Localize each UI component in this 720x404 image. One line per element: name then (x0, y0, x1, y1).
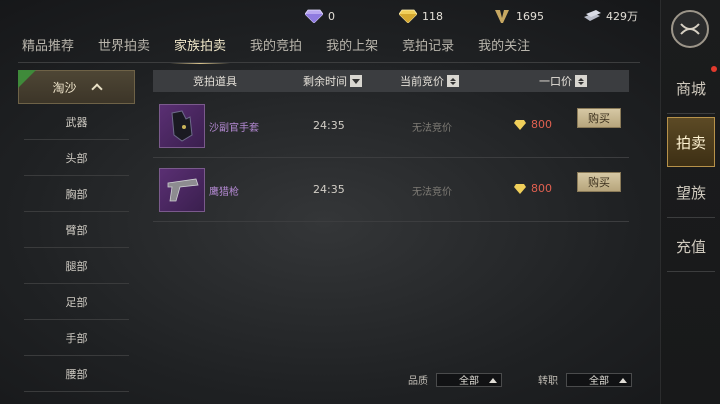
remaining-time: 24:35 (313, 119, 345, 132)
currency-gold-diamond-value: 118 (422, 9, 443, 23)
buy-button[interactable]: 购买 (577, 108, 621, 128)
currency-diamond: 0 (304, 8, 335, 24)
gold-diamond-icon (514, 183, 526, 194)
category-flag-icon (18, 70, 36, 88)
quality-filter: 品质 全部 (408, 372, 502, 387)
header-time-label: 剩余时间 (303, 75, 347, 88)
item-name: 鹰猎枪 (209, 187, 239, 198)
diamond-icon (304, 8, 324, 24)
v-badge-icon (492, 8, 512, 24)
game-logo-icon[interactable] (671, 10, 709, 48)
tab-bid-records[interactable]: 竞拍记录 (402, 36, 454, 60)
current-bid: 无法竞价 (412, 187, 452, 198)
buy-button[interactable]: 购买 (577, 172, 621, 192)
tab-family-auction[interactable]: 家族拍卖 (170, 36, 231, 64)
auction-tabs: 精品推荐 世界拍卖 家族拍卖 我的竞拍 我的上架 竞拍记录 我的关注 (22, 36, 554, 64)
sidebar-item-chest[interactable]: 胸部 (24, 176, 129, 212)
category-sidebar: 淘沙 武器 头部 胸部 臂部 腿部 足部 手部 腰部 (18, 70, 135, 392)
class-filter: 转职 全部 (538, 372, 632, 387)
table-header: 竞拍道具 剩余时间 当前竞价 一口价 (153, 70, 629, 92)
category-group-header[interactable]: 淘沙 (18, 70, 135, 104)
tab-divider (18, 62, 640, 63)
nav-recharge[interactable]: 充值 (667, 222, 715, 272)
table-row[interactable]: 沙副官手套 24:35 无法竞价 800 购买 (153, 94, 629, 158)
gold-diamond-icon (398, 8, 418, 24)
tab-world-auction[interactable]: 世界拍卖 (98, 36, 150, 60)
tab-featured[interactable]: 精品推荐 (22, 36, 74, 60)
sort-toggle-icon[interactable] (575, 75, 587, 87)
sidebar-item-weapon[interactable]: 武器 (24, 104, 129, 140)
header-time[interactable]: 剩余时间 (303, 73, 362, 89)
currency-diamond-value: 0 (328, 9, 335, 23)
header-bid-label: 当前竞价 (400, 75, 444, 88)
nav-clan[interactable]: 望族 (667, 168, 715, 218)
table-row[interactable]: 鹰猎枪 24:35 无法竞价 800 购买 (153, 158, 629, 222)
nav-auction[interactable]: 拍卖 (667, 117, 715, 167)
sort-toggle-icon[interactable] (447, 75, 459, 87)
chevron-up-icon (90, 83, 103, 95)
buyout-price-value: 800 (531, 182, 552, 195)
right-nav: 商城 拍卖 望族 充值 (660, 0, 720, 404)
sidebar-item-leg[interactable]: 腿部 (24, 248, 129, 284)
header-price[interactable]: 一口价 (539, 73, 587, 89)
silver-bars-icon (582, 8, 602, 24)
header-item-label: 竞拍道具 (193, 75, 237, 88)
currency-v: 1695 (492, 8, 544, 24)
gold-diamond-icon (514, 119, 526, 130)
sidebar-item-hand[interactable]: 手部 (24, 320, 129, 356)
currency-silver-value: 429万 (606, 10, 638, 23)
remaining-time: 24:35 (313, 183, 345, 196)
auction-table: 竞拍道具 剩余时间 当前竞价 一口价 沙副官手套 24:35 无法竞价 800 … (153, 70, 629, 222)
tab-my-listings[interactable]: 我的上架 (326, 36, 378, 60)
sidebar-item-foot[interactable]: 足部 (24, 284, 129, 320)
currency-silver: 429万 (582, 8, 638, 24)
category-group-label: 淘沙 (52, 80, 77, 95)
header-item: 竞拍道具 (193, 73, 237, 89)
header-bid[interactable]: 当前竞价 (400, 73, 459, 89)
quality-select[interactable]: 全部 (436, 372, 502, 387)
sort-down-icon[interactable] (350, 75, 362, 87)
buyout-price: 800 (514, 182, 552, 195)
currency-v-value: 1695 (516, 9, 544, 23)
class-label: 转职 (538, 376, 558, 387)
header-price-label: 一口价 (539, 75, 572, 88)
quality-label: 品质 (408, 376, 428, 387)
nav-shop[interactable]: 商城 (667, 64, 715, 114)
current-bid: 无法竞价 (412, 123, 452, 134)
buyout-price: 800 (514, 118, 552, 131)
currency-gold-diamond: 118 (398, 8, 443, 24)
auction-screen: 0 118 1695 429万 精品推荐 世界拍卖 家族拍卖 我的竞拍 我的上架… (0, 0, 720, 404)
sidebar-item-waist[interactable]: 腰部 (24, 356, 129, 392)
item-name: 沙副官手套 (209, 123, 259, 134)
pistol-icon (159, 168, 205, 212)
buyout-price-value: 800 (531, 118, 552, 131)
tab-my-watchlist[interactable]: 我的关注 (478, 36, 530, 60)
tab-my-bids[interactable]: 我的竞拍 (250, 36, 302, 60)
gloves-icon (159, 104, 205, 148)
class-select[interactable]: 全部 (566, 372, 632, 387)
sidebar-item-head[interactable]: 头部 (24, 140, 129, 176)
sidebar-item-arm[interactable]: 臂部 (24, 212, 129, 248)
